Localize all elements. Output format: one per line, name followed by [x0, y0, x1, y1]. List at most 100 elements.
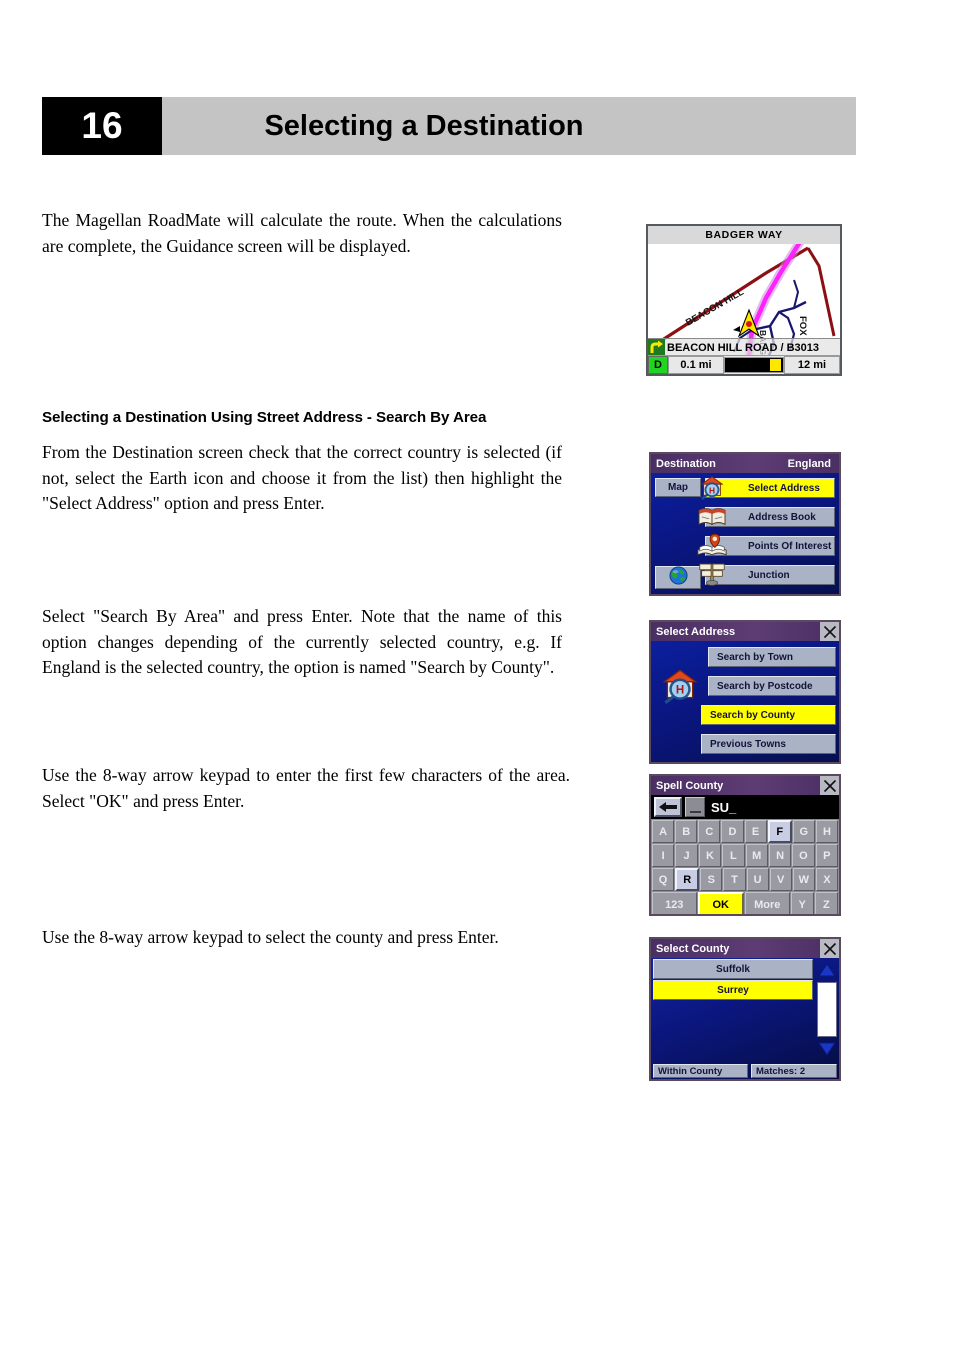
key-m[interactable]: M: [745, 844, 768, 867]
chapter-number: 16: [42, 97, 162, 155]
key-y[interactable]: Y: [790, 892, 814, 914]
list-item-surrey[interactable]: Surrey: [653, 980, 813, 1000]
chapter-title-bar: Selecting a Destination: [162, 97, 856, 155]
key-z[interactable]: Z: [814, 892, 838, 914]
key-n[interactable]: N: [768, 844, 792, 867]
paragraph-destination: From the Destination screen check that t…: [42, 442, 562, 513]
paragraph-select-county: Use the 8-way arrow keypad to select the…: [42, 927, 499, 947]
paragraph-search-area-block: Select "Search By Area" and press Enter.…: [42, 604, 562, 681]
earth-globe-button[interactable]: [655, 565, 701, 590]
key-o[interactable]: O: [792, 844, 815, 867]
option-previous-towns-label: Previous Towns: [710, 738, 786, 750]
key-t[interactable]: T: [723, 868, 746, 891]
key-x[interactable]: X: [815, 868, 838, 891]
menu-item-points-of-interest[interactable]: Points Of Interest: [705, 536, 835, 556]
key-p[interactable]: P: [815, 844, 838, 867]
select-county-title-bar: Select County: [651, 939, 839, 958]
screenshot-select-address: Select Address H Search by Town Search b…: [649, 620, 841, 764]
keyboard-row-2: I J K L M N O P: [651, 843, 839, 867]
key-b[interactable]: B: [675, 820, 698, 843]
key-c[interactable]: C: [698, 820, 721, 843]
paragraph-intro-block: The Magellan RoadMate will calculate the…: [42, 208, 562, 259]
key-w[interactable]: W: [792, 868, 815, 891]
key-i[interactable]: I: [652, 844, 675, 867]
key-j[interactable]: J: [675, 844, 698, 867]
county-list: Suffolk Surrey: [651, 958, 815, 1001]
key-g[interactable]: G: [792, 820, 815, 843]
menu-item-address-book-label: Address Book: [748, 511, 816, 523]
paragraph-select-county-block: Use the 8-way arrow keypad to select the…: [42, 925, 570, 951]
county-scrollbar[interactable]: [816, 959, 838, 1060]
earth-globe-icon: [668, 565, 688, 590]
close-icon[interactable]: [820, 939, 839, 958]
map-button-label: Map: [668, 482, 688, 493]
map-progress-fill: [770, 359, 781, 371]
destination-body: Map Select Address H Address Book Points…: [651, 473, 839, 594]
map-button[interactable]: Map: [655, 478, 701, 497]
close-icon[interactable]: [820, 776, 839, 795]
screenshot-guidance-map: BEACON HILL FOX BADGER BADGER WAY BEACON…: [646, 224, 842, 376]
map-distance-next: 0.1 mi: [668, 356, 724, 374]
key-r[interactable]: R: [675, 868, 700, 891]
page-title: Selecting a Destination: [264, 109, 584, 142]
option-search-by-county-label: Search by County: [710, 709, 796, 721]
menu-item-address-book[interactable]: Address Book: [705, 507, 835, 527]
svg-text:FOX: FOX: [797, 316, 808, 336]
select-address-body: H Search by Town Search by Postcode Sear…: [651, 641, 839, 762]
paragraph-intro: The Magellan RoadMate will calculate the…: [42, 210, 562, 256]
key-s[interactable]: S: [700, 868, 723, 891]
key-e[interactable]: E: [744, 820, 767, 843]
option-search-by-county[interactable]: Search by County: [701, 705, 836, 725]
subheading-block: Selecting a Destination Using Street Add…: [42, 408, 562, 428]
key-d[interactable]: D: [721, 820, 744, 843]
close-icon[interactable]: [820, 622, 839, 641]
status-within-county: Within County: [653, 1064, 748, 1078]
spell-county-title-bar: Spell County: [651, 776, 839, 795]
screenshot-select-county: Select County Suffolk Surrey Within Coun…: [649, 937, 841, 1081]
list-item-suffolk[interactable]: Suffolk: [653, 959, 813, 979]
key-k[interactable]: K: [698, 844, 722, 867]
backspace-arrow-icon[interactable]: [654, 797, 682, 817]
key-ok[interactable]: OK: [697, 892, 744, 914]
key-123[interactable]: 123: [652, 892, 697, 914]
status-matches-count: Matches: 2: [751, 1064, 837, 1078]
select-address-title-bar: Select Address: [651, 622, 839, 641]
keyboard-row-3: Q R S T U V W X: [651, 867, 839, 891]
key-f[interactable]: F: [767, 820, 792, 843]
key-v[interactable]: V: [769, 868, 792, 891]
triangle-up-icon[interactable]: [816, 959, 838, 981]
menu-item-junction[interactable]: Junction: [705, 565, 835, 585]
paragraph-destination-block: From the Destination screen check that t…: [42, 440, 562, 517]
triangle-down-icon[interactable]: [816, 1038, 838, 1060]
spell-entry-text: SU_: [711, 799, 737, 815]
option-search-by-town-label: Search by Town: [717, 651, 793, 663]
option-search-by-town[interactable]: Search by Town: [708, 647, 836, 667]
map-street-banner: BADGER WAY: [648, 226, 840, 244]
key-h[interactable]: H: [815, 820, 838, 843]
space-bar-icon[interactable]: [685, 797, 705, 817]
key-l[interactable]: L: [722, 844, 745, 867]
option-search-by-postcode-bg: Search by Postcode: [708, 676, 836, 696]
map-current-street-bar: BEACON HILL ROAD / B3013: [648, 338, 840, 356]
scroll-track[interactable]: [817, 982, 837, 1037]
map-current-street: BEACON HILL ROAD / B3013: [667, 341, 819, 354]
menu-item-select-address[interactable]: Select Address: [705, 478, 835, 498]
spell-county-title: Spell County: [656, 779, 724, 792]
destination-title: Destination: [656, 457, 716, 470]
option-previous-towns[interactable]: Previous Towns: [701, 734, 836, 754]
map-mode-badge: D: [648, 356, 668, 374]
option-search-by-town-bg: Search by Town: [708, 647, 836, 667]
page-header: 16 Selecting a Destination: [42, 97, 856, 155]
key-more[interactable]: More: [745, 892, 790, 914]
key-u[interactable]: U: [746, 868, 769, 891]
key-q[interactable]: Q: [652, 868, 675, 891]
map-distance-total: 12 mi: [784, 356, 840, 374]
select-county-title: Select County: [656, 942, 730, 955]
select-address-title: Select Address: [656, 625, 736, 638]
paragraph-keypad: Use the 8-way arrow keypad to enter the …: [42, 765, 570, 811]
turn-right-icon: [648, 339, 665, 356]
key-a[interactable]: A: [652, 820, 675, 843]
destination-country: England: [787, 457, 831, 470]
option-search-by-postcode[interactable]: Search by Postcode: [708, 676, 836, 696]
menu-item-points-of-interest-label: Points Of Interest: [748, 540, 832, 552]
